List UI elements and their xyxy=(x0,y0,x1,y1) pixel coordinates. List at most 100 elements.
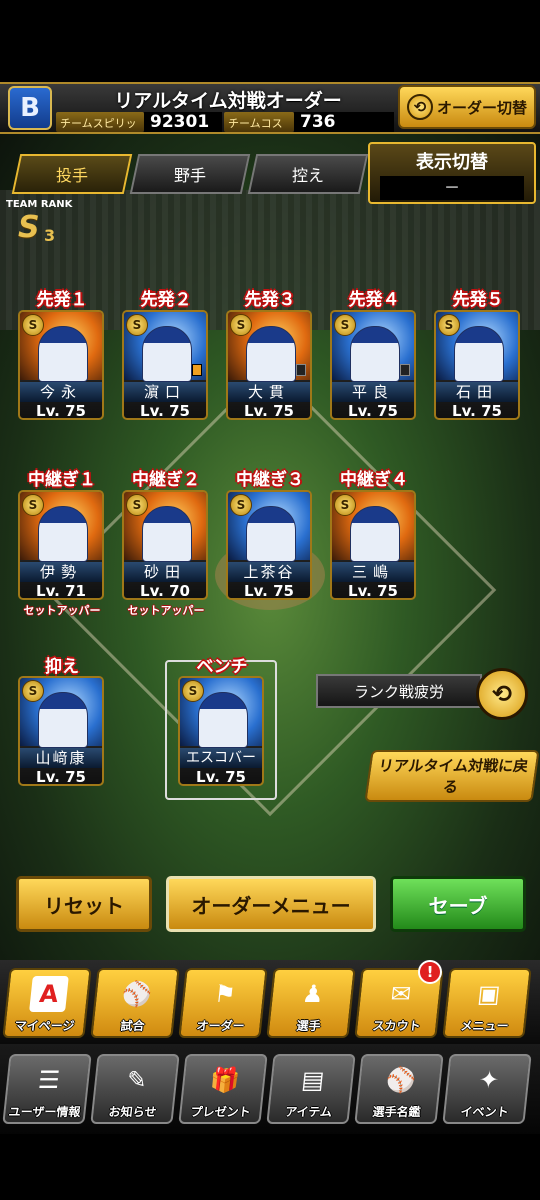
menu-news[interactable]: ✎ お知らせ xyxy=(90,1054,180,1124)
role-label-reliever-2: セットアッパー xyxy=(127,604,205,617)
player-card-reliever-1[interactable]: S 伊勢 Lv. 71 xyxy=(18,490,104,600)
player-card-reliever-2[interactable]: S 砂田 Lv. 70 xyxy=(122,490,208,600)
player-icon: ♟ xyxy=(300,980,326,1008)
rank-s-icon: S xyxy=(126,314,148,336)
player-card-starter-5[interactable]: S 石田 Lv. 75 xyxy=(434,310,520,420)
status-bar xyxy=(0,0,540,82)
team-logo-icon: B xyxy=(8,86,52,130)
item-icon: ▤ xyxy=(300,1066,326,1094)
team-cost-label: チームコスト xyxy=(224,112,294,146)
display-switch-label: 表示切替 xyxy=(416,152,488,173)
tab-reserve[interactable]: 控え xyxy=(247,154,369,194)
team-spirits-value: 92301 xyxy=(144,112,222,132)
player-level: Lv. 75 xyxy=(244,402,294,420)
slot-label-reliever-1: 中継ぎ１ xyxy=(28,470,96,490)
rank-s-icon: S xyxy=(182,680,204,702)
slot-label-reliever-2: 中継ぎ２ xyxy=(132,470,200,490)
team-rank-label: TEAM RANK xyxy=(6,199,73,210)
page-title: リアルタイム対戦オーダー xyxy=(114,90,342,112)
menu-player-directory[interactable]: ⚾ 選手名鑑 xyxy=(354,1054,444,1124)
slot-label-reliever-3: 中継ぎ３ xyxy=(236,470,304,490)
player-name: 伊勢 xyxy=(20,562,102,582)
player-level: Lv. 75 xyxy=(196,768,246,786)
save-button[interactable]: セーブ xyxy=(390,876,526,932)
player-card-bench[interactable]: S エスコバー Lv. 75 xyxy=(178,676,264,786)
player-level: Lv. 75 xyxy=(36,768,86,786)
player-portrait xyxy=(350,506,400,562)
news-icon: ✎ xyxy=(125,1066,149,1094)
player-name: 平良 xyxy=(332,382,414,402)
rank-s-icon: S xyxy=(126,494,148,516)
rank-s-icon: S xyxy=(22,680,44,702)
back-to-realtime-button[interactable]: リアルタイム対戦に戻る xyxy=(364,750,540,802)
rank-fatigue-label: ランク戦疲労 xyxy=(316,674,482,708)
scout-icon: ✉ xyxy=(389,980,413,1008)
player-level: Lv. 75 xyxy=(348,582,398,600)
player-portrait xyxy=(142,506,192,562)
player-name: 石田 xyxy=(436,382,518,402)
system-nav-bar xyxy=(0,1134,540,1200)
menu-present[interactable]: 🎁 プレゼント xyxy=(178,1054,268,1124)
player-name: 大貫 xyxy=(228,382,310,402)
order-switch-button[interactable]: ⟲ オーダー切替 xyxy=(398,85,536,129)
condition-icon xyxy=(296,364,306,376)
player-level: Lv. 75 xyxy=(348,402,398,420)
player-name: エスコバー xyxy=(180,748,262,768)
team-rank-value: S xyxy=(18,210,40,245)
player-name: 濵口 xyxy=(124,382,206,402)
player-card-reliever-4[interactable]: S 三嶋 Lv. 75 xyxy=(330,490,416,600)
condition-icon xyxy=(192,364,202,376)
event-icon: ✦ xyxy=(477,1066,501,1094)
player-portrait xyxy=(38,692,88,748)
user-info-icon: ☰ xyxy=(36,1066,62,1094)
player-card-starter-1[interactable]: S 今永 Lv. 75 xyxy=(18,310,104,420)
menu-item[interactable]: ▤ アイテム xyxy=(266,1054,356,1124)
menu-menu[interactable]: ▣ メニュー xyxy=(442,968,532,1038)
player-card-starter-2[interactable]: S 濵口 Lv. 75 xyxy=(122,310,208,420)
player-level: Lv. 70 xyxy=(140,582,190,600)
player-portrait xyxy=(246,326,296,382)
reset-button[interactable]: リセット xyxy=(16,876,152,932)
rank-s-icon: S xyxy=(334,314,356,336)
rank-s-icon: S xyxy=(22,314,44,336)
player-card-starter-4[interactable]: S 平良 Lv. 75 xyxy=(330,310,416,420)
menu-user-info[interactable]: ☰ ユーザー情報 xyxy=(2,1054,92,1124)
tab-pitcher[interactable]: 投手 xyxy=(11,154,133,194)
player-card-closer[interactable]: S 山﨑康 Lv. 75 xyxy=(18,676,104,786)
menu-match[interactable]: ⚾ 試合 xyxy=(90,968,180,1038)
stadium-icon: ⚾ xyxy=(120,980,154,1008)
player-card-starter-3[interactable]: S 大貫 Lv. 75 xyxy=(226,310,312,420)
slot-label-starter-1: 先発１ xyxy=(36,290,88,310)
menu-order[interactable]: ⚑ オーダー xyxy=(178,968,268,1038)
menu-mypage[interactable]: A マイページ xyxy=(2,968,92,1038)
player-name: 三嶋 xyxy=(332,562,414,582)
display-switch-button[interactable]: 表示切替 － xyxy=(368,142,536,204)
directory-icon: ⚾ xyxy=(384,1066,418,1094)
slot-label-reliever-4: 中継ぎ４ xyxy=(340,470,408,490)
player-portrait xyxy=(454,326,504,382)
gift-icon: 🎁 xyxy=(208,1066,242,1094)
player-level: Lv. 71 xyxy=(36,582,86,600)
rank-s-icon: S xyxy=(334,494,356,516)
display-switch-value: － xyxy=(380,176,524,200)
rank-fatigue-toggle-icon[interactable]: ⟲ xyxy=(476,668,528,720)
rank-s-icon: S xyxy=(22,494,44,516)
menu-event[interactable]: ✦ イベント xyxy=(442,1054,532,1124)
player-name: 砂田 xyxy=(124,562,206,582)
team-rank-sub: 3 xyxy=(44,226,56,245)
player-portrait xyxy=(350,326,400,382)
menu-player[interactable]: ♟ 選手 xyxy=(266,968,356,1038)
player-level: Lv. 75 xyxy=(36,402,86,420)
player-portrait xyxy=(198,692,248,748)
mypage-icon: A xyxy=(29,976,69,1012)
rank-s-icon: S xyxy=(438,314,460,336)
player-name: 上茶谷 xyxy=(228,562,310,582)
order-icon: ⚑ xyxy=(212,980,238,1008)
order-menu-button[interactable]: オーダーメニュー xyxy=(166,876,376,932)
slot-label-bench: ベンチ xyxy=(196,657,248,677)
player-level: Lv. 75 xyxy=(244,582,294,600)
scout-notification-badge: ! xyxy=(418,960,442,984)
player-portrait xyxy=(38,326,88,382)
tab-fielder[interactable]: 野手 xyxy=(129,154,251,194)
player-card-reliever-3[interactable]: S 上茶谷 Lv. 75 xyxy=(226,490,312,600)
